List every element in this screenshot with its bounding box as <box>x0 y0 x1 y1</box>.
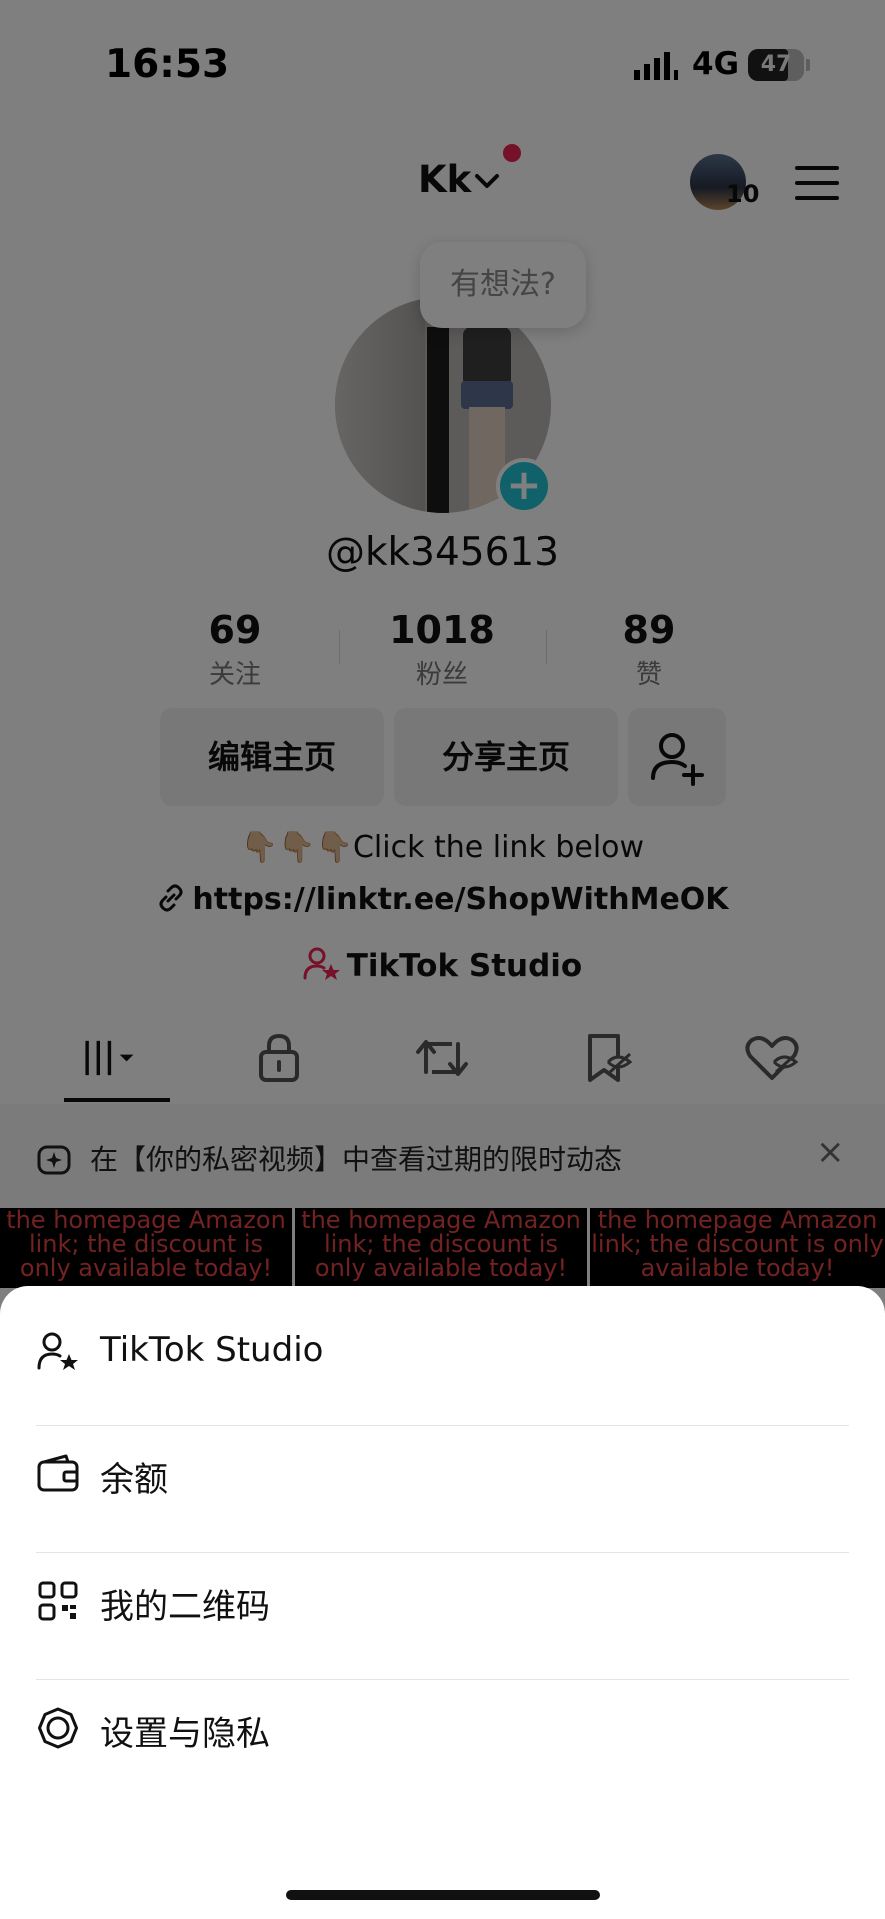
menu-item-label: TikTok Studio <box>100 1330 324 1370</box>
profile-page: 16:53 4G 47 Kk 10 + 有想法? @kk345613 69 关注… <box>0 0 885 1919</box>
menu-item-settings-privacy[interactable]: 设置与隐私 <box>0 1662 885 1788</box>
settings-gear-icon <box>38 1707 78 1749</box>
profile-menu-sheet: TikTok Studio 余额 我的二维码 设置与隐私 <box>0 1286 885 1919</box>
person-star-icon <box>37 1332 78 1370</box>
wallet-icon <box>37 1454 79 1492</box>
menu-item-label: 我的二维码 <box>100 1587 270 1627</box>
home-indicator[interactable] <box>286 1890 600 1900</box>
menu-item-label: 余额 <box>100 1460 168 1500</box>
menu-item-label: 设置与隐私 <box>100 1714 270 1754</box>
menu-item-balance[interactable]: 余额 <box>0 1408 885 1534</box>
qr-code-icon <box>38 1581 78 1621</box>
menu-item-tiktok-studio[interactable]: TikTok Studio <box>0 1286 885 1412</box>
menu-item-qr-code[interactable]: 我的二维码 <box>0 1535 885 1661</box>
